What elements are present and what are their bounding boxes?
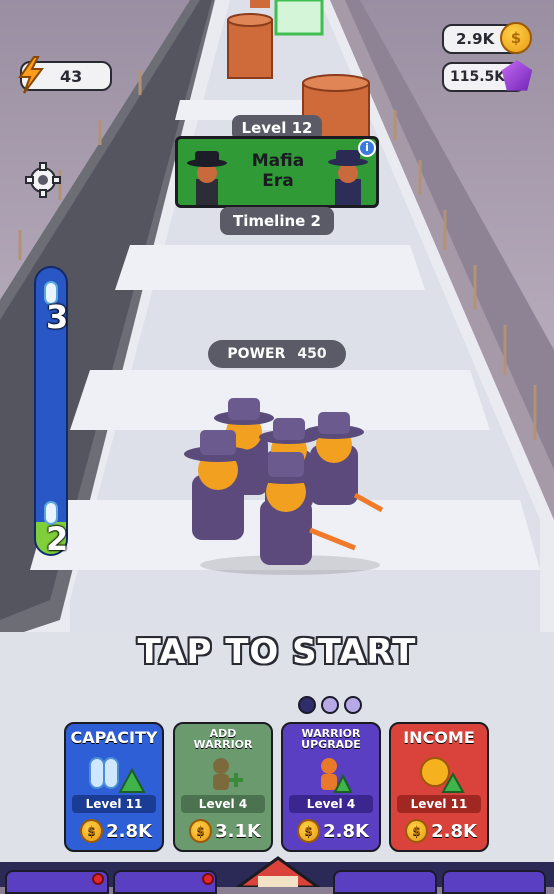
card-level: Level 11: [397, 795, 481, 813]
income-upgrade-card[interactable]: INCOME Level 11 $ 2.8K: [389, 722, 489, 852]
info-icon[interactable]: i: [358, 139, 376, 157]
power-value: 450: [297, 346, 327, 362]
coin-icon: $: [297, 819, 321, 843]
progress-bottom-value: 2: [46, 520, 69, 558]
page-dot-3[interactable]: [344, 696, 362, 714]
settings-gear-icon[interactable]: [25, 162, 61, 198]
page-dot-1[interactable]: [298, 696, 316, 714]
timeline-label: Timeline 2: [233, 212, 321, 230]
add-warrior-upgrade-card[interactable]: ADD WARRIOR Level 4 $ 3.1K: [173, 722, 273, 852]
income-icon: [420, 757, 465, 793]
add-warrior-icon: [213, 758, 243, 790]
card-cost-value: 3.1K: [215, 820, 261, 842]
warrior-upgrade-card[interactable]: WARRIOR UPGRADE Level 4 $ 2.8K: [281, 722, 381, 852]
card-title-line2: UPGRADE: [301, 738, 361, 751]
capacity-upgrade-card[interactable]: CAPACITY Level 11 $ 2.8K: [64, 722, 164, 852]
card-level: Level 11: [72, 795, 156, 813]
notification-dot: [92, 873, 104, 885]
lightning-icon: [18, 56, 44, 94]
coin-value: 2.9K: [456, 30, 495, 48]
progress-top-value: 3: [46, 298, 69, 336]
card-cost: $ 3.1K: [189, 817, 261, 845]
era-title-line2: Era: [262, 171, 294, 191]
card-level: Level 4: [181, 795, 265, 813]
era-title-line1: Mafia: [251, 151, 305, 171]
coin-icon: $: [500, 22, 532, 54]
card-cost-value: 2.8K: [106, 820, 152, 842]
capacity-icon: [89, 757, 146, 793]
coin-icon: $: [405, 819, 429, 843]
card-cost-value: 2.8K: [431, 820, 477, 842]
card-cost: $ 2.8K: [80, 817, 152, 845]
card-cost: $ 2.8K: [405, 817, 477, 845]
tap-to-start-label[interactable]: TAP TO START: [0, 632, 554, 672]
era-title: Mafia Era: [218, 151, 338, 191]
gem-value: 115.5K: [450, 69, 506, 85]
notification-dot: [202, 873, 214, 885]
card-cost: $ 2.8K: [297, 817, 369, 845]
tab-5[interactable]: [442, 870, 546, 894]
level-label: Level 12: [241, 119, 313, 137]
era-banner[interactable]: Mafia Era: [175, 136, 379, 208]
tab-2[interactable]: [113, 870, 217, 894]
timeline-badge: Timeline 2: [220, 207, 334, 235]
coin-icon: $: [189, 819, 213, 843]
page-dot-2[interactable]: [321, 696, 339, 714]
warrior-upgrade-icon: [321, 758, 353, 793]
card-title: ADD WARRIOR: [175, 728, 271, 750]
card-title: INCOME: [403, 728, 475, 747]
card-title: WARRIOR UPGRADE: [283, 728, 379, 750]
card-level: Level 4: [289, 795, 373, 813]
home-icon[interactable]: [228, 856, 328, 887]
coin-icon: $: [80, 819, 104, 843]
power-label: POWER: [227, 346, 286, 362]
mafia-portrait-left-icon: [187, 151, 227, 205]
tab-4[interactable]: [333, 870, 437, 894]
card-title-line2: WARRIOR: [193, 738, 253, 751]
card-title: CAPACITY: [70, 728, 158, 747]
energy-value: 43: [60, 67, 83, 86]
card-cost-value: 2.8K: [323, 820, 369, 842]
power-badge: POWER 450: [208, 340, 346, 368]
mafia-squad: [184, 398, 384, 575]
